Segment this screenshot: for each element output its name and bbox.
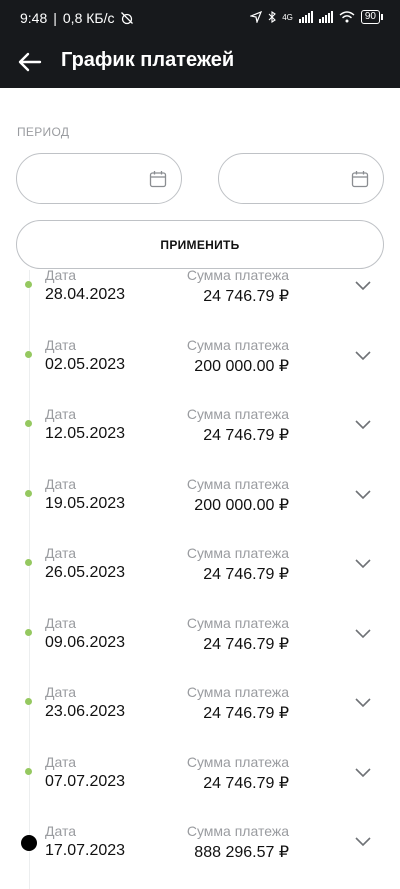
sum-label: Сумма платежа bbox=[186, 545, 289, 561]
payment-sum: 888 296.57 ₽ bbox=[194, 844, 289, 861]
location-icon bbox=[250, 11, 263, 23]
payment-row[interactable]: Дата 28.04.2023 Сумма платежа 24 746.79 … bbox=[0, 270, 400, 337]
payment-date: 19.05.2023 bbox=[45, 494, 126, 512]
chevron-down-icon[interactable] bbox=[354, 488, 372, 500]
date-from-field[interactable] bbox=[16, 153, 182, 204]
date-label: Дата bbox=[45, 270, 77, 283]
sum-label: Сумма платежа bbox=[186, 823, 289, 839]
payment-sum: 24 746.79 ₽ bbox=[203, 566, 289, 583]
network-speed: 0,8 КБ/с bbox=[62, 10, 115, 26]
sum-label: Сумма платежа bbox=[186, 475, 289, 492]
status-time: 9:48 bbox=[20, 10, 48, 26]
sum-label: Сумма платежа bbox=[186, 753, 289, 770]
date-label: Дата bbox=[45, 545, 77, 561]
timeline-dot bbox=[25, 628, 32, 636]
payment-sum: 24 746.79 ₽ bbox=[203, 288, 289, 305]
status-left: 9:48 | 0,8 КБ/с bbox=[20, 10, 134, 26]
payment-sum: 24 746.79 ₽ bbox=[203, 705, 289, 722]
chevron-down-icon[interactable] bbox=[354, 557, 372, 569]
network-type: 4G bbox=[282, 12, 293, 22]
chevron-down-icon[interactable] bbox=[354, 696, 372, 708]
date-label: Дата bbox=[45, 823, 77, 839]
alarm-off-icon bbox=[121, 12, 134, 25]
app-bar: График платежей bbox=[0, 38, 400, 88]
date-label: Дата bbox=[45, 684, 77, 700]
timeline-dot bbox=[25, 281, 32, 288]
timeline-dot bbox=[25, 767, 32, 775]
timeline-dot bbox=[25, 698, 32, 705]
payment-sum: 200 000.00 ₽ bbox=[194, 357, 289, 375]
page-title: График платежей bbox=[61, 49, 235, 71]
date-label: Дата bbox=[45, 406, 77, 422]
wifi-icon bbox=[339, 11, 355, 23]
sum-label: Сумма платежа bbox=[186, 270, 289, 283]
back-arrow-icon[interactable] bbox=[16, 48, 44, 76]
payment-sum: 24 746.79 ₽ bbox=[203, 774, 289, 792]
status-right: 4G 90 bbox=[250, 10, 384, 24]
payment-date: 28.04.2023 bbox=[45, 286, 126, 303]
chevron-down-icon[interactable] bbox=[354, 766, 372, 778]
payment-sum: 24 746.79 ₽ bbox=[203, 635, 289, 653]
timeline-dot bbox=[25, 489, 32, 497]
sum-label: Сумма платежа bbox=[186, 406, 289, 422]
battery-icon: 90 bbox=[360, 10, 384, 24]
apply-button[interactable]: ПРИМЕНИТЬ bbox=[16, 220, 384, 269]
payment-row[interactable]: Дата 19.05.2023 Сумма платежа 200 000.00… bbox=[0, 476, 400, 546]
status-bar: 9:48 | 0,8 КБ/с 4G 90 bbox=[0, 0, 400, 38]
payment-sum: 24 746.79 ₽ bbox=[203, 427, 289, 444]
payment-sum: 200 000.00 ₽ bbox=[194, 496, 289, 514]
payment-row[interactable]: Дата 07.07.2023 Сумма платежа 24 746.79 … bbox=[0, 754, 400, 824]
payment-date: 02.05.2023 bbox=[45, 355, 126, 373]
date-label: Дата bbox=[45, 753, 77, 770]
calendar-icon[interactable] bbox=[149, 170, 167, 188]
payment-date: 12.05.2023 bbox=[45, 425, 126, 442]
chevron-down-icon[interactable] bbox=[354, 418, 372, 430]
chevron-down-icon[interactable] bbox=[354, 279, 372, 291]
signal-icon-2 bbox=[318, 11, 333, 23]
payment-schedule-list: Дата 28.04.2023 Сумма платежа 24 746.79 … bbox=[0, 270, 400, 889]
payment-row-current[interactable]: Дата 17.07.2023 Сумма платежа 888 296.57… bbox=[0, 823, 400, 889]
bluetooth-icon bbox=[268, 11, 277, 23]
payment-row[interactable]: Дата 23.06.2023 Сумма платежа 24 746.79 … bbox=[0, 684, 400, 754]
sum-label: Сумма платежа bbox=[186, 614, 289, 631]
timeline-dot bbox=[25, 420, 32, 427]
timeline-dot-current bbox=[21, 835, 37, 851]
chevron-down-icon[interactable] bbox=[354, 349, 372, 361]
date-to-field[interactable] bbox=[218, 153, 384, 204]
payment-date: 09.06.2023 bbox=[45, 633, 126, 651]
timeline-dot bbox=[25, 559, 32, 566]
payment-date: 17.07.2023 bbox=[45, 842, 126, 859]
chevron-down-icon[interactable] bbox=[354, 835, 372, 847]
sum-label: Сумма платежа bbox=[186, 684, 289, 700]
payment-row[interactable]: Дата 12.05.2023 Сумма платежа 24 746.79 … bbox=[0, 406, 400, 476]
payment-row[interactable]: Дата 26.05.2023 Сумма платежа 24 746.79 … bbox=[0, 545, 400, 615]
payment-date: 07.07.2023 bbox=[45, 772, 126, 790]
signal-icon-1 bbox=[298, 11, 313, 23]
calendar-icon[interactable] bbox=[351, 170, 369, 188]
payment-row[interactable]: Дата 09.06.2023 Сумма платежа 24 746.79 … bbox=[0, 615, 400, 685]
sum-label: Сумма платежа bbox=[186, 336, 289, 353]
date-label: Дата bbox=[45, 336, 77, 353]
period-label: ПЕРИОД bbox=[17, 125, 70, 139]
payment-date: 26.05.2023 bbox=[45, 564, 126, 581]
timeline-dot bbox=[25, 350, 32, 358]
date-label: Дата bbox=[45, 475, 77, 492]
date-label: Дата bbox=[45, 614, 77, 631]
payment-date: 23.06.2023 bbox=[45, 703, 126, 720]
chevron-down-icon[interactable] bbox=[354, 627, 372, 639]
status-separator: | bbox=[53, 10, 57, 26]
payment-row[interactable]: Дата 02.05.2023 Сумма платежа 200 000.00… bbox=[0, 337, 400, 407]
